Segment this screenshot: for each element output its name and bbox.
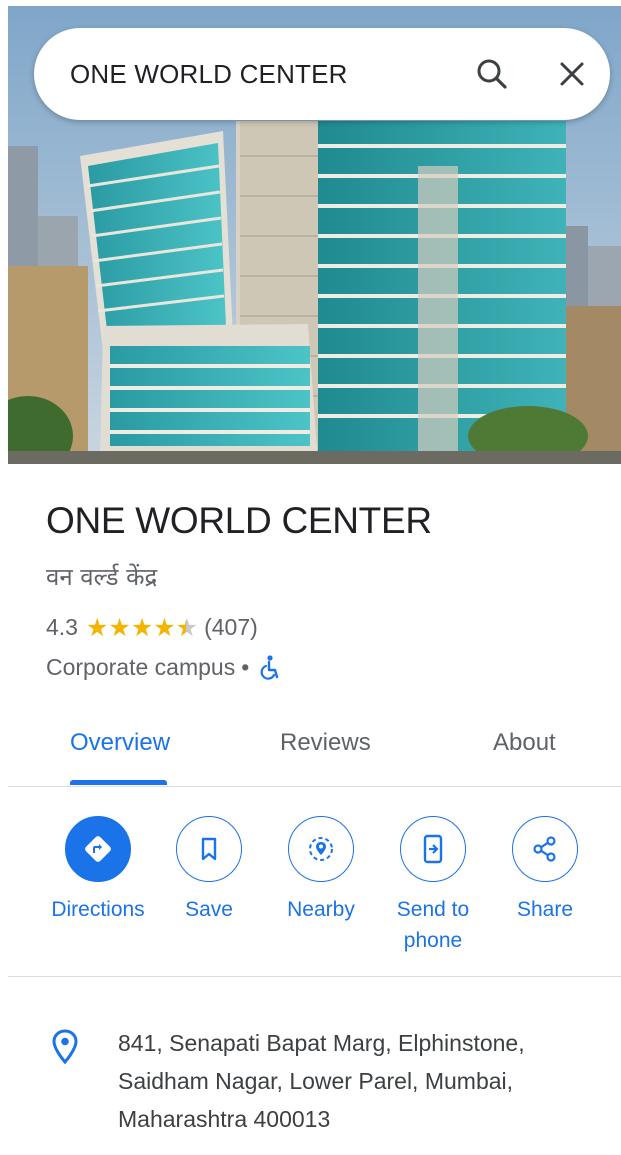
tab-about[interactable]: About bbox=[493, 700, 556, 786]
tab-reviews[interactable]: Reviews bbox=[280, 700, 371, 786]
search-input[interactable]: ONE WORLD CENTER bbox=[70, 28, 348, 120]
wheelchair-accessible-icon bbox=[259, 654, 281, 681]
close-icon[interactable] bbox=[552, 54, 592, 94]
address-text: 841, Senapati Bapat Marg, Elphinstone, S… bbox=[118, 1030, 525, 1132]
share-icon bbox=[512, 816, 578, 882]
save-button[interactable]: Save bbox=[153, 816, 265, 925]
place-local-name: वन वर्ल्ड केंद्र bbox=[46, 563, 158, 591]
directions-icon bbox=[65, 816, 131, 882]
rating-row[interactable]: 4.3 ★ ★ ★ ★ ★ (407) bbox=[46, 614, 258, 641]
tab-overview[interactable]: Overview bbox=[70, 700, 170, 786]
place-title: ONE WORLD CENTER bbox=[46, 500, 432, 541]
tab-bar: Overview Reviews About bbox=[8, 700, 621, 787]
nearby-icon bbox=[288, 816, 354, 882]
star-icon: ★ bbox=[153, 613, 176, 642]
star-icon: ★ bbox=[85, 613, 109, 642]
nearby-label: Nearby bbox=[287, 898, 355, 921]
star-rating: ★ ★ ★ ★ ★ bbox=[86, 615, 198, 640]
send-to-phone-button[interactable]: Send to phone bbox=[377, 816, 489, 956]
bookmark-icon bbox=[176, 816, 242, 882]
save-label: Save bbox=[185, 898, 233, 921]
half-star-icon: ★ bbox=[175, 613, 199, 642]
location-pin-icon bbox=[50, 1028, 80, 1066]
star-icon: ★ bbox=[108, 613, 131, 642]
action-buttons: Directions Save Nearby Send to phone Sha… bbox=[8, 786, 621, 977]
send-to-phone-label: Send to phone bbox=[396, 898, 470, 952]
search-bar[interactable]: ONE WORLD CENTER bbox=[34, 28, 610, 120]
star-icon: ★ bbox=[130, 613, 154, 642]
share-button[interactable]: Share bbox=[489, 816, 601, 925]
separator-dot: • bbox=[241, 654, 250, 680]
directions-label: Directions bbox=[51, 898, 145, 921]
share-label: Share bbox=[516, 898, 574, 921]
category-row: Corporate campus • bbox=[46, 654, 281, 681]
rating-value: 4.3 bbox=[46, 614, 78, 640]
active-tab-indicator bbox=[70, 780, 167, 785]
send-to-phone-icon bbox=[400, 816, 466, 882]
nearby-button[interactable]: Nearby bbox=[265, 816, 377, 925]
search-icon[interactable] bbox=[472, 54, 512, 94]
place-category: Corporate campus bbox=[46, 654, 236, 680]
directions-button[interactable]: Directions bbox=[42, 816, 154, 925]
review-count[interactable]: (407) bbox=[204, 614, 258, 641]
